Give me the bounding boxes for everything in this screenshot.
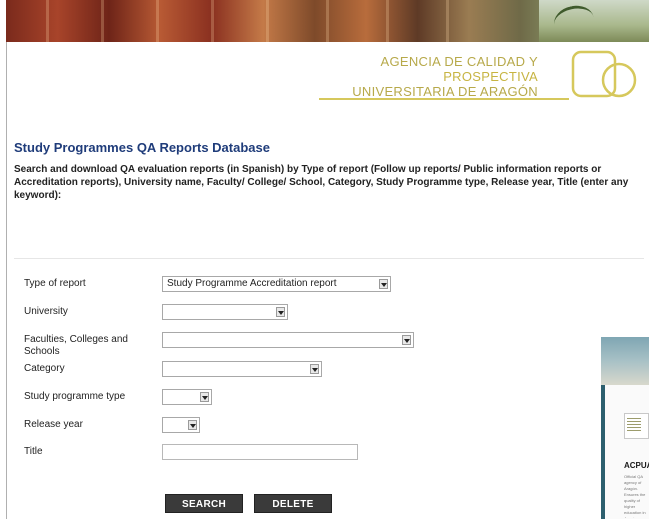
title-input[interactable] (162, 444, 358, 460)
widget-logo-icon (624, 413, 649, 439)
search-button[interactable]: SEARCH (165, 494, 243, 513)
logo-line-3: UNIVERSITARIA DE ARAGÓN (352, 84, 538, 99)
release-year-select[interactable] (162, 417, 200, 433)
faculties-select[interactable] (162, 332, 414, 348)
chevron-down-icon (379, 279, 388, 289)
category-select[interactable] (162, 361, 322, 377)
faculties-label-line-1: Faculties, Colleges and (24, 334, 128, 345)
type-of-report-select[interactable]: Study Programme Accreditation report (162, 276, 391, 292)
widget-description: Official QA agency of Aragón. Ensures th… (624, 474, 646, 518)
chevron-down-icon (310, 364, 319, 374)
widget-account-name: ACPUA (624, 461, 649, 470)
delete-button[interactable]: DELETE (254, 494, 332, 513)
page-left-border (6, 42, 7, 519)
category-label: Category (24, 363, 65, 374)
type-of-report-label: Type of report (24, 278, 86, 289)
faculties-label-line-2: Schools (24, 346, 60, 357)
programme-type-label: Study programme type (24, 391, 126, 402)
logo-mark-icon (571, 50, 637, 98)
programme-type-select[interactable] (162, 389, 212, 405)
form-divider (14, 258, 644, 259)
widget-cover-image (601, 337, 649, 385)
header-banner-photo (6, 0, 649, 42)
type-of-report-value: Study Programme Accreditation report (167, 278, 337, 289)
page-intro: Search and download QA evaluation report… (14, 164, 629, 201)
title-label: Title (24, 446, 43, 457)
release-year-label: Release year (24, 419, 83, 430)
logo-line-2: PROSPECTIVA (443, 69, 538, 84)
chevron-down-icon (276, 307, 285, 317)
chevron-down-icon (402, 335, 411, 345)
faculties-label: Faculties, Colleges and Schools (24, 334, 128, 358)
university-label: University (24, 306, 68, 317)
chevron-down-icon (188, 420, 197, 430)
logo-line-1: AGENCIA DE CALIDAD Y (380, 54, 538, 69)
chevron-down-icon (200, 392, 209, 402)
logo-underline (319, 98, 569, 100)
page-title: Study Programmes QA Reports Database (14, 140, 270, 155)
university-select[interactable] (162, 304, 288, 320)
acpua-logo[interactable]: AGENCIA DE CALIDAD Y PROSPECTIVA UNIVERS… (318, 48, 643, 104)
